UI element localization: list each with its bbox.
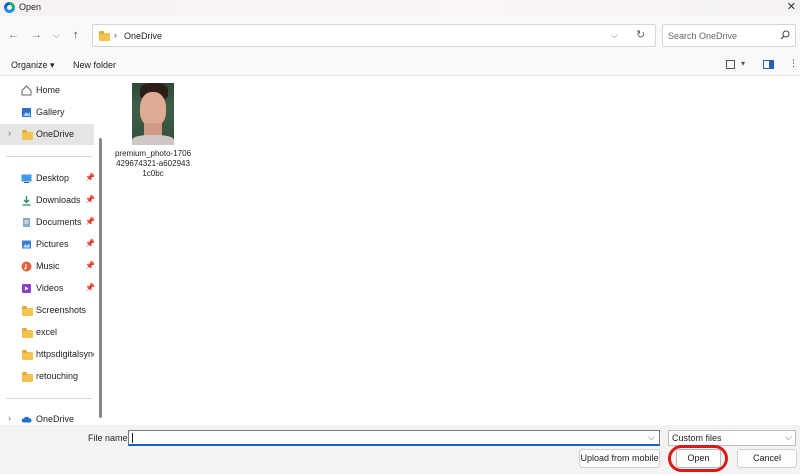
new-folder-button[interactable]: New folder	[73, 60, 116, 70]
forward-arrow-icon[interactable]: →	[31, 29, 42, 41]
sidebar-item-excel[interactable]: excel	[0, 322, 94, 343]
file-name-input[interactable]: ⌵	[128, 430, 660, 446]
edge-app-icon	[4, 2, 15, 13]
up-arrow-icon[interactable]: ↑	[73, 29, 79, 41]
sidebar-item-label: OneDrive	[36, 129, 75, 139]
pin-icon[interactable]: 📌	[85, 173, 95, 182]
file-type-select[interactable]: Custom files ⌵	[668, 430, 796, 446]
pin-icon[interactable]: 📌	[85, 195, 95, 204]
videos-icon	[22, 284, 31, 293]
command-toolbar: Organize ▾ New folder ▾ ⋮	[0, 54, 800, 76]
sidebar-item-label: Screenshots	[36, 305, 87, 315]
music-icon	[21, 261, 32, 272]
title-bar: Open ✕	[0, 0, 800, 16]
view-dropdown-icon[interactable]: ▾	[741, 59, 745, 68]
home-icon	[21, 85, 32, 96]
file-name-label: File name:	[88, 433, 131, 443]
close-icon[interactable]: ✕	[787, 0, 796, 13]
preview-pane-icon[interactable]	[763, 60, 774, 69]
sidebar-item-retouching[interactable]: retouching	[0, 366, 94, 387]
back-arrow-icon[interactable]: ←	[8, 29, 19, 41]
sidebar-item-home[interactable]: Home	[0, 80, 94, 101]
breadcrumb-separator: ›	[114, 30, 117, 40]
file-list: premium_photo-1706429674321-a6029431c0bc	[104, 76, 800, 425]
thumbnail-face	[140, 92, 166, 126]
sidebar-item-label: retouching	[36, 371, 79, 381]
address-bar[interactable]: › OneDrive ⌵ ↻	[92, 24, 656, 47]
sidebar-divider	[6, 398, 92, 399]
sidebar-item-label: httpsdigitalsynopsis	[36, 349, 94, 359]
breadcrumb-onedrive[interactable]: OneDrive	[124, 31, 162, 41]
sidebar-item-gallery[interactable]: Gallery	[0, 102, 94, 123]
folder-icon	[22, 350, 33, 360]
sidebar-item-videos[interactable]: Videos 📌	[0, 278, 95, 299]
pin-icon[interactable]: 📌	[85, 239, 95, 248]
folder-icon	[22, 306, 33, 316]
navigation-pane: Home Gallery › OneDrive Desktop 📌 Downlo…	[0, 76, 104, 425]
folder-icon	[22, 328, 33, 338]
gallery-icon	[22, 108, 31, 117]
cancel-button[interactable]: Cancel	[737, 449, 797, 468]
address-dropdown-icon[interactable]: ⌵	[611, 30, 618, 41]
pin-icon[interactable]: 📌	[85, 217, 95, 226]
sidebar-item-onedrive[interactable]: › OneDrive	[0, 124, 94, 145]
desktop-icon	[21, 174, 32, 183]
expand-chevron-icon[interactable]: ›	[8, 413, 11, 423]
photo-thumbnail[interactable]	[132, 83, 174, 145]
sidebar-item-documents[interactable]: Documents 📌	[0, 212, 95, 233]
documents-icon	[23, 218, 30, 227]
text-caret	[132, 433, 133, 443]
refresh-icon[interactable]: ↻	[636, 28, 645, 41]
sidebar-item-pictures[interactable]: Pictures 📌	[0, 234, 95, 255]
open-button-highlight-ring	[668, 445, 728, 472]
sidebar-item-downloads[interactable]: Downloads 📌	[0, 190, 95, 211]
more-options-icon[interactable]: ⋮	[789, 58, 798, 69]
search-input[interactable]: Search OneDrive	[668, 31, 737, 41]
upload-from-mobile-button[interactable]: Upload from mobile	[579, 449, 660, 468]
recent-locations-chevron-icon[interactable]: ⌵	[53, 30, 60, 41]
file-item-name[interactable]: premium_photo-1706429674321-a6029431c0bc	[114, 149, 192, 179]
cloud-icon	[21, 416, 32, 423]
search-icon[interactable]	[780, 30, 790, 40]
sidebar-item-onedrive-cloud[interactable]: › OneDrive	[0, 409, 94, 425]
organize-button[interactable]: Organize ▾	[11, 60, 55, 71]
thumbnail-shirt	[132, 135, 174, 145]
pin-icon[interactable]: 📌	[85, 283, 95, 292]
chevron-down-icon[interactable]: ⌵	[785, 432, 792, 443]
folder-icon	[99, 31, 110, 41]
sidebar-item-screenshots[interactable]: Screenshots	[0, 300, 94, 321]
sidebar-item-label: excel	[36, 327, 58, 337]
sidebar-scrollbar[interactable]	[99, 138, 102, 418]
folder-icon	[22, 130, 33, 140]
folder-icon	[22, 372, 33, 382]
search-box[interactable]: Search OneDrive	[662, 24, 796, 47]
pictures-icon	[22, 240, 31, 249]
file-name-dropdown-icon[interactable]: ⌵	[648, 432, 655, 443]
dialog-footer: File name: ⌵ Custom files ⌵ Upload from …	[0, 425, 800, 474]
sidebar-item-label: OneDrive	[36, 414, 75, 424]
window-title: Open	[19, 2, 42, 12]
sidebar-item-httpsdigitalsynopsis[interactable]: httpsdigitalsynopsis	[0, 344, 94, 365]
file-type-value: Custom files	[672, 433, 722, 443]
sidebar-divider	[6, 156, 92, 157]
sidebar-item-label: Gallery	[36, 107, 65, 117]
download-icon	[22, 196, 31, 206]
view-layout-icon[interactable]	[726, 60, 735, 69]
sidebar-item-music[interactable]: Music 📌	[0, 256, 95, 277]
expand-chevron-icon[interactable]: ›	[8, 128, 11, 138]
sidebar-item-desktop[interactable]: Desktop 📌	[0, 168, 95, 189]
sidebar-item-label: Home	[36, 85, 61, 95]
pin-icon[interactable]: 📌	[85, 261, 95, 270]
